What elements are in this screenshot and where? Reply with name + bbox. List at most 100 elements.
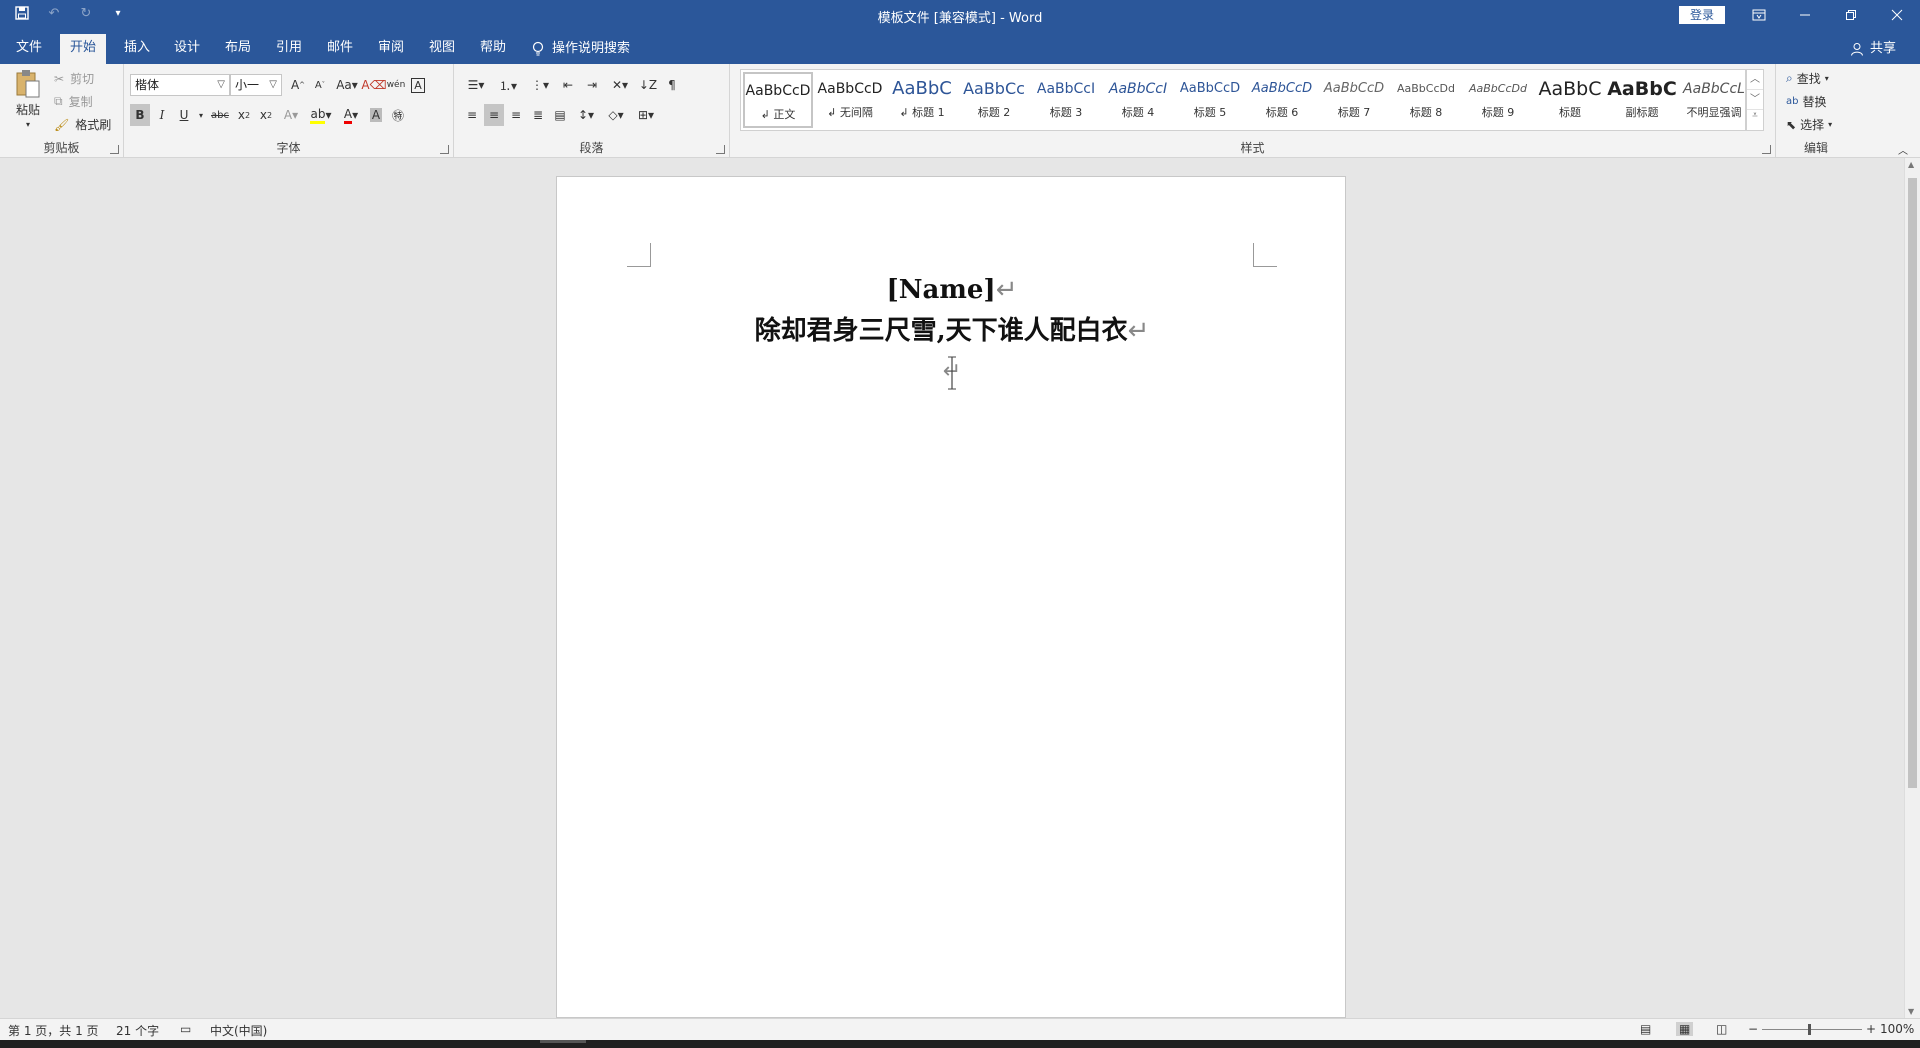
tab-home[interactable]: 开始 <box>60 34 107 64</box>
tab-layout[interactable]: 布局 <box>215 34 261 64</box>
name-paragraph[interactable]: [Name]↵ <box>557 273 1347 307</box>
font-color-icon[interactable]: A ▾ <box>338 104 364 126</box>
paragraph-dialog-launcher-icon[interactable] <box>716 145 725 154</box>
collapse-ribbon-icon[interactable]: ︿ <box>1896 142 1910 157</box>
character-shading-icon[interactable]: A <box>366 104 386 126</box>
show-marks-icon[interactable]: ¶ <box>662 74 682 96</box>
style-subtle-emphasis[interactable]: AaBbCcL 不明显强调 <box>1679 72 1749 128</box>
justify-icon[interactable]: ≣ <box>528 104 548 126</box>
tab-review[interactable]: 审阅 <box>368 34 414 64</box>
style-heading-1[interactable]: AaBbC ↲ 标题 1 <box>887 72 957 128</box>
share-button[interactable]: 共享 <box>1850 34 1896 64</box>
borders-icon[interactable]: ⊞▾ <box>632 104 660 126</box>
increase-indent-icon[interactable]: ⇥ <box>582 74 602 96</box>
line-spacing-icon[interactable]: ↕▾ <box>572 104 600 126</box>
clear-formatting-icon[interactable]: A⌫ <box>361 74 386 96</box>
tell-me-search[interactable]: 操作说明搜索 <box>532 34 630 64</box>
style-heading-4[interactable]: AaBbCcI 标题 4 <box>1103 72 1173 128</box>
zoom-slider-thumb[interactable] <box>1808 1024 1811 1035</box>
vertical-scrollbar[interactable]: ▲ ▼ <box>1904 158 1920 1018</box>
underline-dropdown-icon[interactable]: ▾ <box>196 104 206 126</box>
select-button[interactable]: ⬉ 选择 ▾ <box>1786 116 1832 133</box>
highlight-color-icon[interactable]: ab ▾ <box>306 104 336 126</box>
numbering-icon[interactable]: ⒈▾ <box>494 74 522 96</box>
chinese-layout-icon[interactable]: ✕▾ <box>606 74 634 96</box>
decrease-indent-icon[interactable]: ⇤ <box>558 74 578 96</box>
scroll-up-icon[interactable]: ▲ <box>1908 160 1914 169</box>
tab-file[interactable]: 文件 <box>6 34 52 64</box>
bullets-icon[interactable]: ☰▾ <box>462 74 490 96</box>
styles-scroll-up-icon[interactable]: ︿ <box>1747 70 1763 90</box>
document-page[interactable]: [Name]↵ 除却君身三尺雪,天下谁人配白衣↵ ↵ <box>556 176 1346 1018</box>
enclose-characters-icon[interactable]: ㊕ <box>388 104 408 126</box>
tab-mailings[interactable]: 邮件 <box>317 34 363 64</box>
close-icon[interactable] <box>1874 0 1920 30</box>
restore-icon[interactable] <box>1828 0 1874 30</box>
change-case-icon[interactable]: Aa▾ <box>332 74 362 96</box>
find-button[interactable]: ⌕ 查找 ▾ <box>1786 70 1829 87</box>
style-no-spacing[interactable]: AaBbCcD ↲ 无间隔 <box>815 72 885 128</box>
read-mode-icon[interactable]: ▤ <box>1640 1022 1651 1036</box>
style-heading-5[interactable]: AaBbCcD 标题 5 <box>1175 72 1245 128</box>
tab-references[interactable]: 引用 <box>266 34 312 64</box>
styles-dialog-launcher-icon[interactable] <box>1762 145 1771 154</box>
style-normal[interactable]: AaBbCcD ↲ 正文 <box>743 72 813 128</box>
page-count[interactable]: 第 1 页，共 1 页 <box>8 1022 99 1039</box>
web-layout-icon[interactable]: ◫ <box>1716 1022 1727 1036</box>
underline-icon[interactable]: U <box>174 104 194 126</box>
text-effects-icon[interactable]: A▾ <box>278 104 304 126</box>
grow-font-icon[interactable]: A ^ <box>288 74 308 96</box>
distributed-icon[interactable]: ▤ <box>550 104 570 126</box>
zoom-level[interactable]: 100% <box>1880 1022 1914 1036</box>
style-subtitle[interactable]: AaBbC 副标题 <box>1607 72 1677 128</box>
style-heading-8[interactable]: AaBbCcDd 标题 8 <box>1391 72 1461 128</box>
character-border-icon[interactable]: A <box>408 74 428 96</box>
style-heading-9[interactable]: AaBbCcDd 标题 9 <box>1463 72 1533 128</box>
cut-button[interactable]: ✂ 剪切 <box>54 70 94 87</box>
ribbon-display-options-icon[interactable] <box>1736 0 1782 30</box>
zoom-out-icon[interactable]: − <box>1748 1022 1758 1036</box>
language[interactable]: 中文(中国) <box>210 1022 267 1039</box>
zoom-in-icon[interactable]: + <box>1866 1022 1876 1036</box>
scrollbar-thumb[interactable] <box>1908 178 1917 788</box>
superscript-icon[interactable]: x2 <box>256 104 276 126</box>
style-heading-6[interactable]: AaBbCcD 标题 6 <box>1247 72 1317 128</box>
format-painter-button[interactable]: 🖌 格式刷 <box>54 116 111 133</box>
font-size-combo[interactable]: 小一 ▽ <box>230 74 282 96</box>
replace-button[interactable]: ab 替换 <box>1786 93 1827 110</box>
tab-help[interactable]: 帮助 <box>470 34 516 64</box>
minimize-icon[interactable] <box>1782 0 1828 30</box>
paste-button[interactable]: 粘贴 ▾ <box>10 68 46 130</box>
style-heading-7[interactable]: AaBbCcD 标题 7 <box>1319 72 1389 128</box>
select-dropdown-icon[interactable]: ▾ <box>1828 120 1832 129</box>
shrink-font-icon[interactable]: Aˇ <box>310 74 330 96</box>
styles-more-icon[interactable]: ⩡ <box>1747 110 1763 130</box>
style-heading-3[interactable]: AaBbCcI 标题 3 <box>1031 72 1101 128</box>
login-button[interactable]: 登录 <box>1679 6 1725 24</box>
align-center-icon[interactable]: ≡ <box>484 104 504 126</box>
font-dialog-launcher-icon[interactable] <box>440 145 449 154</box>
font-name-combo[interactable]: 楷体 ▽ <box>130 74 230 96</box>
clipboard-dialog-launcher-icon[interactable] <box>110 145 119 154</box>
shading-icon[interactable]: ◇▾ <box>602 104 630 126</box>
phonetic-guide-icon[interactable]: wén <box>386 74 406 96</box>
proofing-icon[interactable]: ▭ <box>180 1022 191 1036</box>
style-title[interactable]: AaBbC 标题 <box>1535 72 1605 128</box>
strikethrough-icon[interactable]: abc <box>208 104 232 126</box>
print-layout-icon[interactable]: ▦ <box>1676 1022 1694 1036</box>
align-right-icon[interactable]: ≡ <box>506 104 526 126</box>
copy-button[interactable]: ⧉ 复制 <box>54 93 93 110</box>
scroll-down-icon[interactable]: ▼ <box>1908 1007 1914 1016</box>
find-dropdown-icon[interactable]: ▾ <box>1825 74 1829 83</box>
subscript-icon[interactable]: x2 <box>234 104 254 126</box>
tab-view[interactable]: 视图 <box>419 34 465 64</box>
multilevel-list-icon[interactable]: ⋮▾ <box>526 74 554 96</box>
tab-insert[interactable]: 插入 <box>114 34 160 64</box>
tab-design[interactable]: 设计 <box>164 34 210 64</box>
paste-dropdown-icon[interactable]: ▾ <box>26 120 30 129</box>
styles-scroll-down-icon[interactable]: ﹀ <box>1747 90 1763 110</box>
word-count[interactable]: 21 个字 <box>116 1022 159 1039</box>
zoom-slider[interactable] <box>1762 1029 1862 1030</box>
poem-paragraph[interactable]: 除却君身三尺雪,天下谁人配白衣↵ <box>557 313 1347 349</box>
style-heading-2[interactable]: AaBbCc 标题 2 <box>959 72 1029 128</box>
